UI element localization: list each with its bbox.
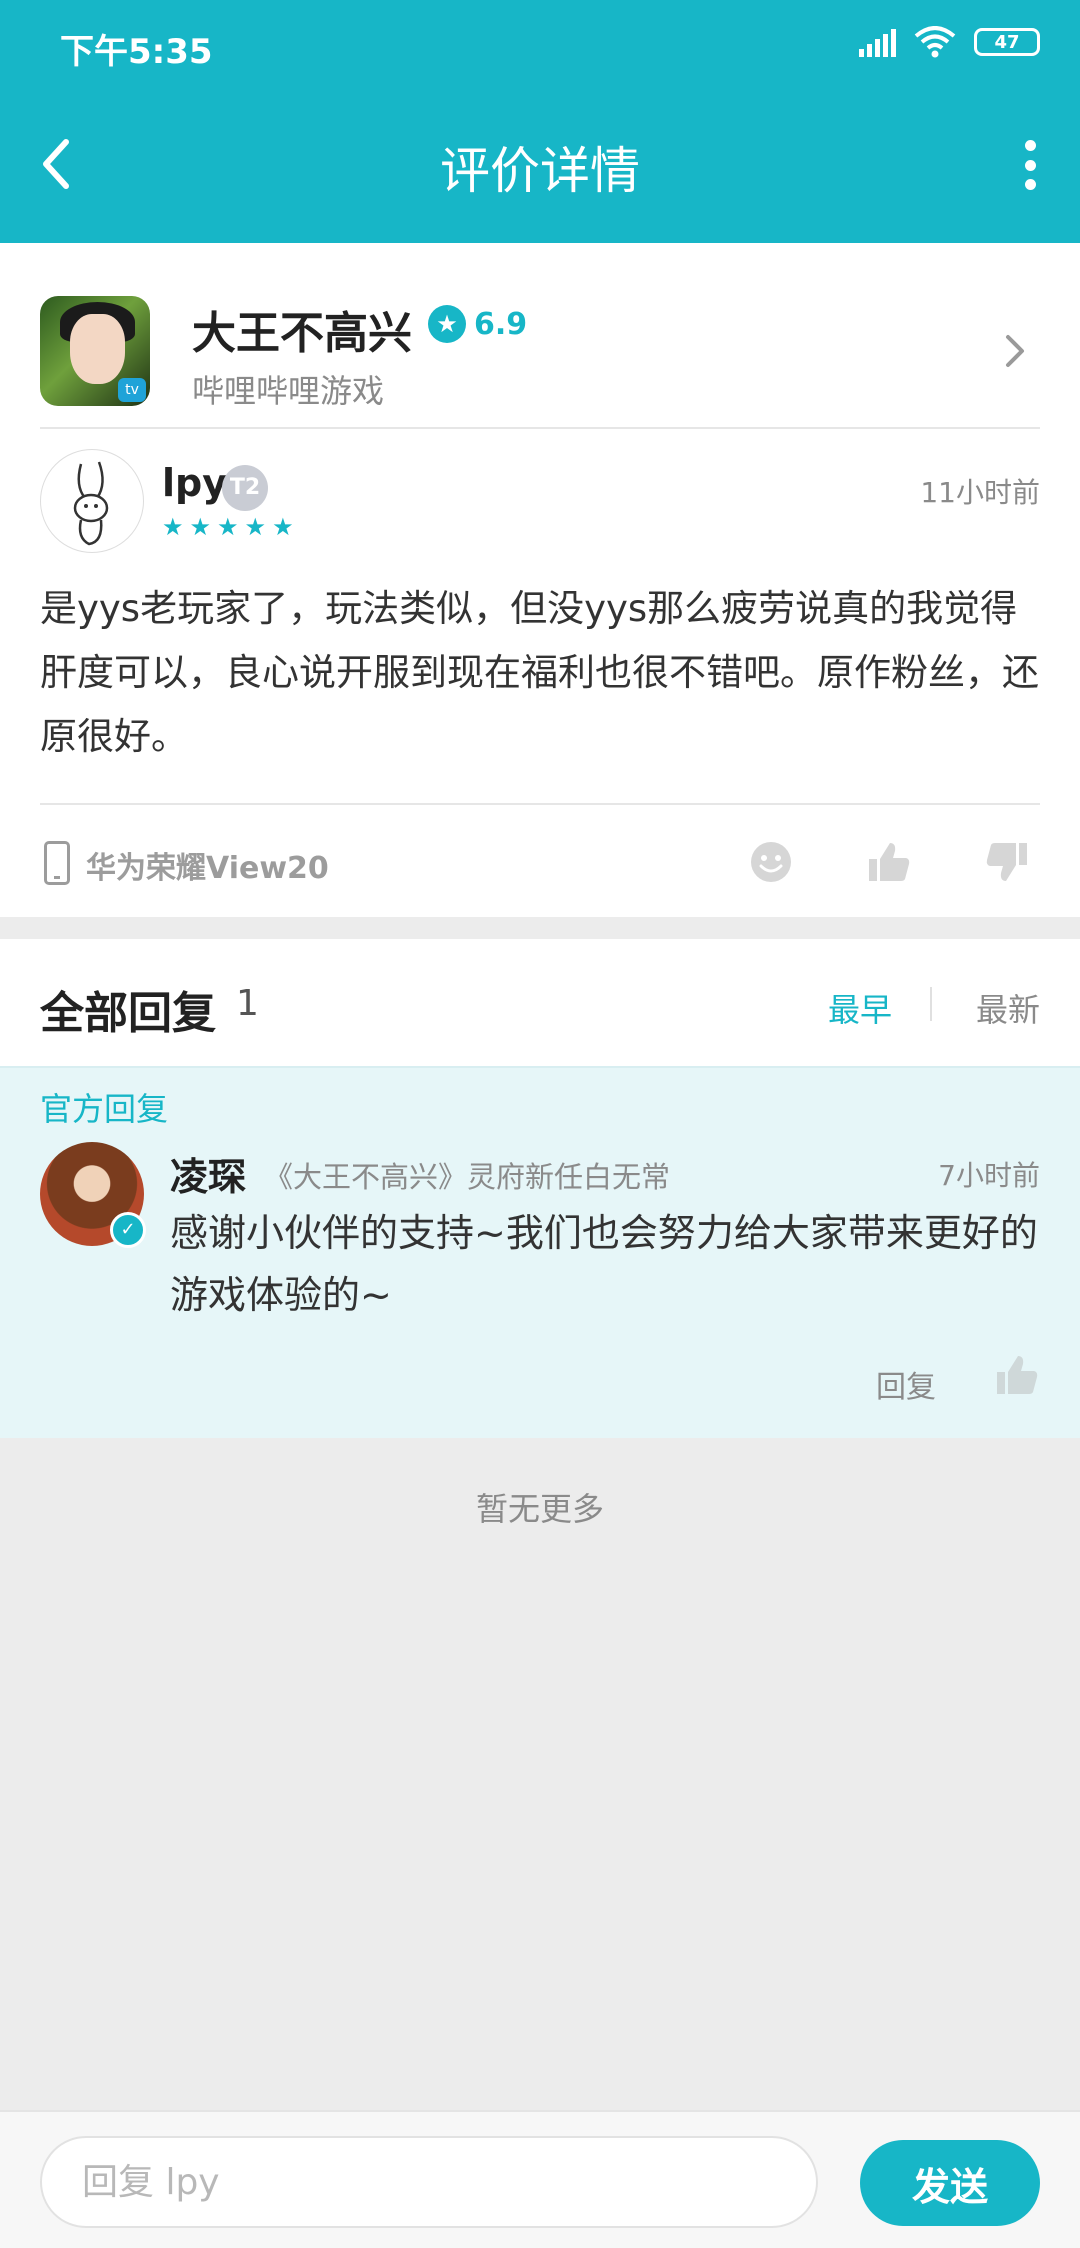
app-header: 下午5:35 47 评价详情	[0, 0, 1080, 243]
star-icon: ★	[217, 513, 239, 541]
phone-icon	[44, 841, 70, 885]
level-badge: T2	[222, 465, 268, 511]
star-icon: ★	[189, 513, 212, 541]
star-icon: ★	[162, 513, 184, 541]
official-reply: 官方回复 ✓ 凌琛 《大王不高兴》灵府新任白无常 7小时前 感谢小伙伴的支持~我…	[0, 1066, 1080, 1438]
thumbs-up-icon[interactable]	[866, 839, 912, 885]
review-stars: ★ ★ ★ ★ ★	[162, 513, 294, 541]
wifi-icon	[914, 26, 956, 58]
game-rating: ★ 6.9	[428, 305, 527, 343]
official-reply-time: 7小时前	[938, 1159, 1040, 1192]
verified-check-icon: ✓	[110, 1212, 146, 1248]
sort-divider	[930, 987, 932, 1021]
official-title: 《大王不高兴》灵府新任白无常	[264, 1160, 671, 1194]
replies-title: 全部回复	[40, 988, 216, 1039]
send-button[interactable]: 发送	[860, 2140, 1040, 2226]
status-time: 下午5:35	[60, 32, 213, 72]
more-vertical-icon[interactable]	[1020, 140, 1040, 190]
game-publisher: 哔哩哔哩游戏	[192, 372, 385, 410]
device-name: 华为荣耀View20	[86, 851, 329, 886]
reviewer-name[interactable]: lpy	[162, 461, 227, 505]
star-icon: ★	[428, 305, 466, 343]
reviewer-avatar[interactable]	[40, 449, 144, 553]
bilibili-badge-icon: tv	[118, 378, 146, 402]
replies-count: 1	[236, 983, 259, 1024]
battery-icon: 47	[974, 28, 1040, 56]
review-time: 11小时前	[920, 476, 1040, 509]
page-title: 评价详情	[440, 142, 640, 200]
no-more-text: 暂无更多	[475, 1490, 604, 1528]
reply-input[interactable]	[40, 2136, 818, 2228]
official-name[interactable]: 凌琛	[170, 1146, 246, 1201]
rabbit-avatar-icon	[73, 461, 109, 546]
signal-icon	[859, 27, 896, 57]
status-icons: 47	[859, 26, 1040, 58]
emoji-icon[interactable]	[748, 839, 794, 885]
sort-earliest-tab[interactable]: 最早	[828, 985, 892, 1031]
thumbs-down-icon[interactable]	[984, 839, 1030, 885]
reply-button[interactable]: 回复	[876, 1362, 936, 1406]
replies-header: 全部回复 1 最早 最新	[0, 939, 1080, 1066]
game-name[interactable]: 大王不高兴	[192, 297, 412, 361]
review-card: tv 大王不高兴 ★ 6.9 哔哩哔哩游戏 lpy T2 ★ ★ ★ ★ ★ 1…	[0, 243, 1080, 917]
official-reply-text: 感谢小伙伴的支持~我们也会努力给大家带来更好的游戏体验的~	[170, 1211, 1038, 1317]
official-reply-label: 官方回复	[40, 1090, 169, 1128]
sort-latest-tab[interactable]: 最新	[976, 985, 1040, 1031]
device-row: 华为荣耀View20	[40, 803, 1040, 917]
star-icon: ★	[244, 513, 267, 541]
game-icon[interactable]: tv	[40, 296, 150, 406]
star-icon: ★	[272, 513, 294, 541]
rating-value: 6.9	[474, 306, 528, 342]
replies-section: 全部回复 1 最早 最新 官方回复 ✓ 凌琛 《大王不高兴》灵府新任白无常 7小…	[0, 939, 1080, 1438]
reply-composer: 发送	[0, 2110, 1080, 2248]
thumbs-up-icon[interactable]	[994, 1352, 1040, 1398]
game-row[interactable]: tv 大王不高兴 ★ 6.9 哔哩哔哩游戏	[40, 269, 1040, 429]
chevron-right-icon[interactable]	[1000, 331, 1030, 371]
review-text: 是yys老玩家了，玩法类似，但没yys那么疲劳说真的我觉得肝度可以，良心说开服到…	[40, 587, 1039, 758]
